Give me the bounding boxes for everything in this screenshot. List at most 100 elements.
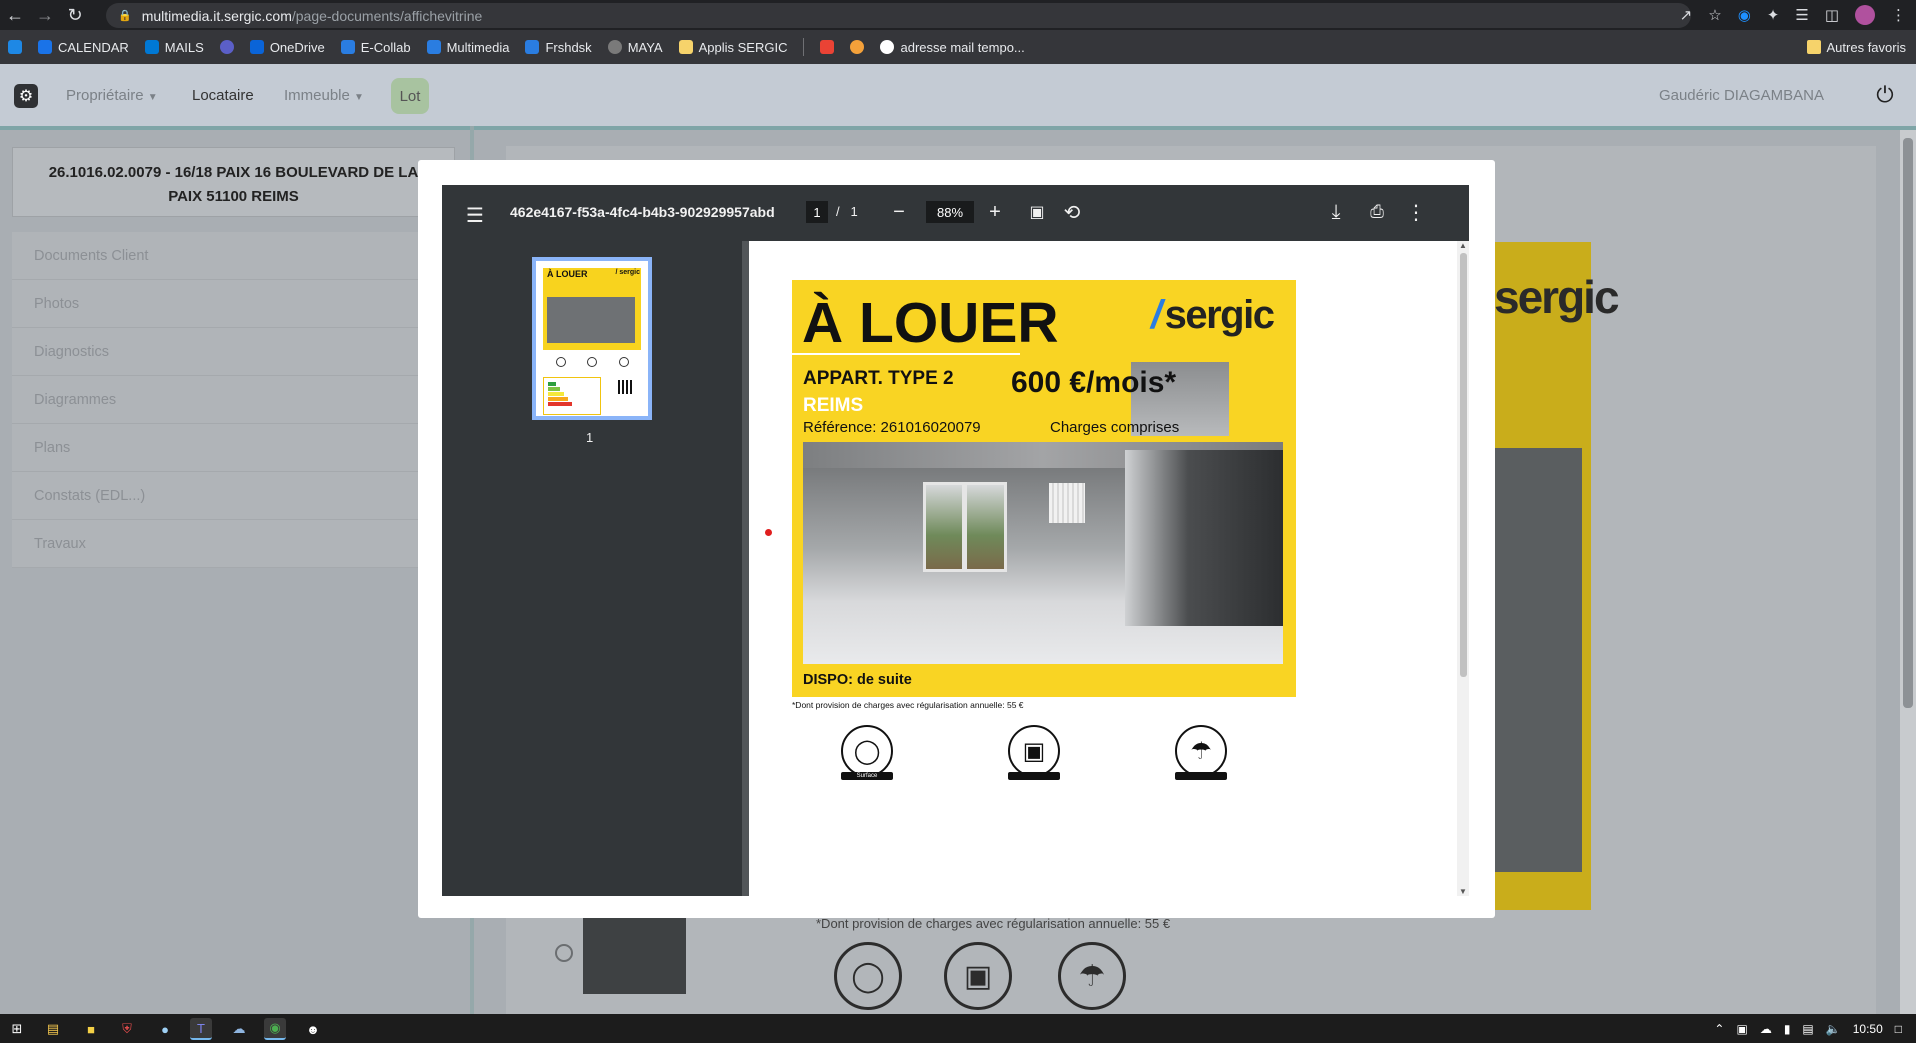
flyer-charges-note: *Dont provision de charges avec régulari…: [792, 700, 1024, 710]
zoom-out-icon[interactable]: −: [886, 199, 912, 225]
battery-icon[interactable]: ▮: [1784, 1022, 1791, 1036]
pdf-scrollbar-thumb[interactable]: [1460, 253, 1467, 677]
browser-app-icon[interactable]: ●: [154, 1018, 176, 1040]
bed-label-bar: [1008, 772, 1060, 780]
bookmark-calendar[interactable]: CALENDAR: [38, 40, 129, 55]
bookmark-multimedia[interactable]: Multimedia: [426, 39, 510, 55]
scroll-up-icon[interactable]: ▲: [1459, 241, 1467, 250]
page-thumbnail[interactable]: À LOUER / sergic: [532, 257, 652, 420]
power-icon[interactable]: ⏻: [1872, 82, 1898, 108]
pdf-modal: ☰ 462e4167-f53a-4fc4-b4b3-902929957abd 1…: [418, 160, 1495, 918]
flyer-charges: Charges comprises: [1050, 419, 1180, 436]
chrome-menu-icon[interactable]: ⋮: [1891, 6, 1906, 24]
other-bookmarks[interactable]: Autres favoris: [1806, 30, 1906, 64]
thumb-energy-bar: [548, 382, 556, 386]
url-path: /page-documents/affichevitrine: [291, 7, 483, 24]
file-explorer-icon[interactable]: ▤: [42, 1018, 64, 1040]
document-radio[interactable]: [555, 944, 573, 962]
fit-page-icon[interactable]: ▣: [1024, 199, 1050, 225]
bookmark-maya[interactable]: MAYA: [607, 40, 663, 55]
clock[interactable]: 10:50: [1853, 1022, 1883, 1036]
hamburger-menu-icon[interactable]: ☰: [466, 203, 484, 228]
teams-icon[interactable]: T: [190, 1018, 212, 1040]
side-panel-icon[interactable]: ◫: [1825, 6, 1839, 24]
bookmark-gmail[interactable]: [820, 40, 835, 54]
page-separator: /: [836, 204, 840, 219]
extensions-icon[interactable]: ✦: [1767, 6, 1780, 24]
zoom-input[interactable]: 88%: [926, 201, 974, 223]
notification-icon[interactable]: □: [1895, 1022, 1902, 1036]
extension-shazam-icon[interactable]: ◉: [1738, 6, 1751, 24]
nav-lot[interactable]: Lot: [391, 78, 429, 114]
bg-flyer-photo: [1494, 448, 1582, 872]
scroll-down-icon[interactable]: ▼: [1459, 887, 1467, 896]
bookmarks-bar: CALENDAR MAILS OneDrive E-Collab Multime…: [0, 30, 1916, 64]
google-icon: [880, 40, 895, 54]
volume-icon[interactable]: 🔈: [1826, 1022, 1841, 1036]
apps-icon[interactable]: [8, 40, 22, 54]
nav-immeuble[interactable]: Immeuble ▼: [284, 87, 364, 104]
sticky-notes-icon[interactable]: ■: [80, 1018, 102, 1040]
other-bookmarks-label: Autres favoris: [1826, 39, 1906, 55]
cloud-app-icon[interactable]: ☁: [228, 1018, 250, 1040]
app-navbar: ⚙ Propriétaire ▼ Locataire Immeuble ▼ Lo…: [0, 64, 1916, 126]
caret-down-icon: ▼: [147, 92, 158, 103]
windows-start-icon[interactable]: ⊞: [6, 1018, 28, 1040]
system-tray: ⌃ ▣ ☁ ▮ ▤ 🔈 10:50 □: [1714, 1014, 1916, 1043]
menu-diagnostics[interactable]: Diagnostics: [12, 328, 455, 376]
bookmark-separator: [803, 38, 805, 56]
bookmark-label: Applis SERGIC: [698, 39, 788, 55]
address-bar[interactable]: 🔒 multimedia.it.sergic.com/page-document…: [106, 3, 1691, 28]
bookmark-emoji[interactable]: [850, 40, 865, 54]
document-thumbnail[interactable]: [583, 918, 686, 994]
caret-down-icon: ▼: [354, 92, 364, 103]
bookmark-label: Multimedia: [446, 39, 510, 55]
chevron-up-icon[interactable]: ⌃: [1714, 1022, 1724, 1036]
bookmark-applis-sergic[interactable]: Applis SERGIC: [678, 39, 788, 55]
network-icon[interactable]: ▤: [1802, 1022, 1813, 1036]
app-icon[interactable]: ☻: [302, 1018, 324, 1040]
bookmark-ecollab[interactable]: E-Collab: [340, 40, 411, 55]
menu-travaux[interactable]: Travaux: [12, 520, 455, 568]
gear-icon[interactable]: ⚙: [14, 84, 38, 108]
more-options-icon[interactable]: ⋮: [1403, 199, 1429, 225]
back-icon[interactable]: ←: [0, 0, 30, 30]
menu-constats[interactable]: Constats (EDL...): [12, 472, 455, 520]
nav-proprietaire[interactable]: Propriétaire ▼: [66, 87, 158, 104]
security-app-icon[interactable]: ⛨: [116, 1018, 138, 1040]
profile-avatar[interactable]: [1855, 5, 1875, 25]
pdf-scrollbar[interactable]: ▲ ▼: [1457, 241, 1469, 896]
bed-icon: ▣: [1008, 725, 1060, 777]
menu-photos[interactable]: Photos: [12, 280, 455, 328]
bookmark-adresse-mail[interactable]: adresse mail tempo...: [880, 40, 1025, 55]
star-icon[interactable]: ☆: [1708, 6, 1721, 24]
menu-documents-client[interactable]: Documents Client: [12, 232, 455, 280]
print-icon[interactable]: ⎙: [1364, 199, 1390, 225]
bookmark-globe[interactable]: [219, 40, 234, 54]
reload-icon[interactable]: ↻: [60, 0, 90, 30]
forward-icon[interactable]: →: [30, 0, 60, 30]
bookmark-onedrive[interactable]: OneDrive: [249, 40, 325, 55]
zoom-in-icon[interactable]: +: [982, 199, 1008, 225]
bookmark-frshdsk[interactable]: Frshdsk: [525, 40, 592, 55]
menu-diagrammes[interactable]: Diagrammes: [12, 376, 455, 424]
pdf-viewer: ☰ 462e4167-f53a-4fc4-b4b3-902929957abd 1…: [442, 185, 1469, 896]
onedrive-tray-icon[interactable]: ☁: [1760, 1022, 1772, 1036]
chrome-icon[interactable]: ◉: [264, 1018, 286, 1040]
outlook-icon: [144, 40, 159, 54]
nav-locataire[interactable]: Locataire: [192, 87, 254, 104]
meet-now-icon[interactable]: ▣: [1736, 1022, 1747, 1036]
share-icon[interactable]: ↗: [1680, 6, 1693, 24]
shower-icon: ☂: [1058, 942, 1126, 1010]
bookmark-mails[interactable]: MAILS: [144, 40, 204, 55]
emoji-icon: [850, 40, 865, 54]
page-number-input[interactable]: 1: [806, 201, 828, 223]
download-icon[interactable]: ⤓: [1323, 199, 1349, 225]
page-scrollbar-thumb[interactable]: [1903, 138, 1913, 708]
reading-list-icon[interactable]: ☰: [1795, 6, 1808, 24]
flyer-availability: DISPO: de suite: [803, 672, 912, 688]
lot-address-card: 26.1016.02.0079 - 16/18 PAIX 16 BOULEVAR…: [12, 147, 455, 217]
menu-plans[interactable]: Plans: [12, 424, 455, 472]
rotate-icon[interactable]: ⟲: [1059, 199, 1085, 225]
thumb-energy-bar: [548, 397, 568, 401]
